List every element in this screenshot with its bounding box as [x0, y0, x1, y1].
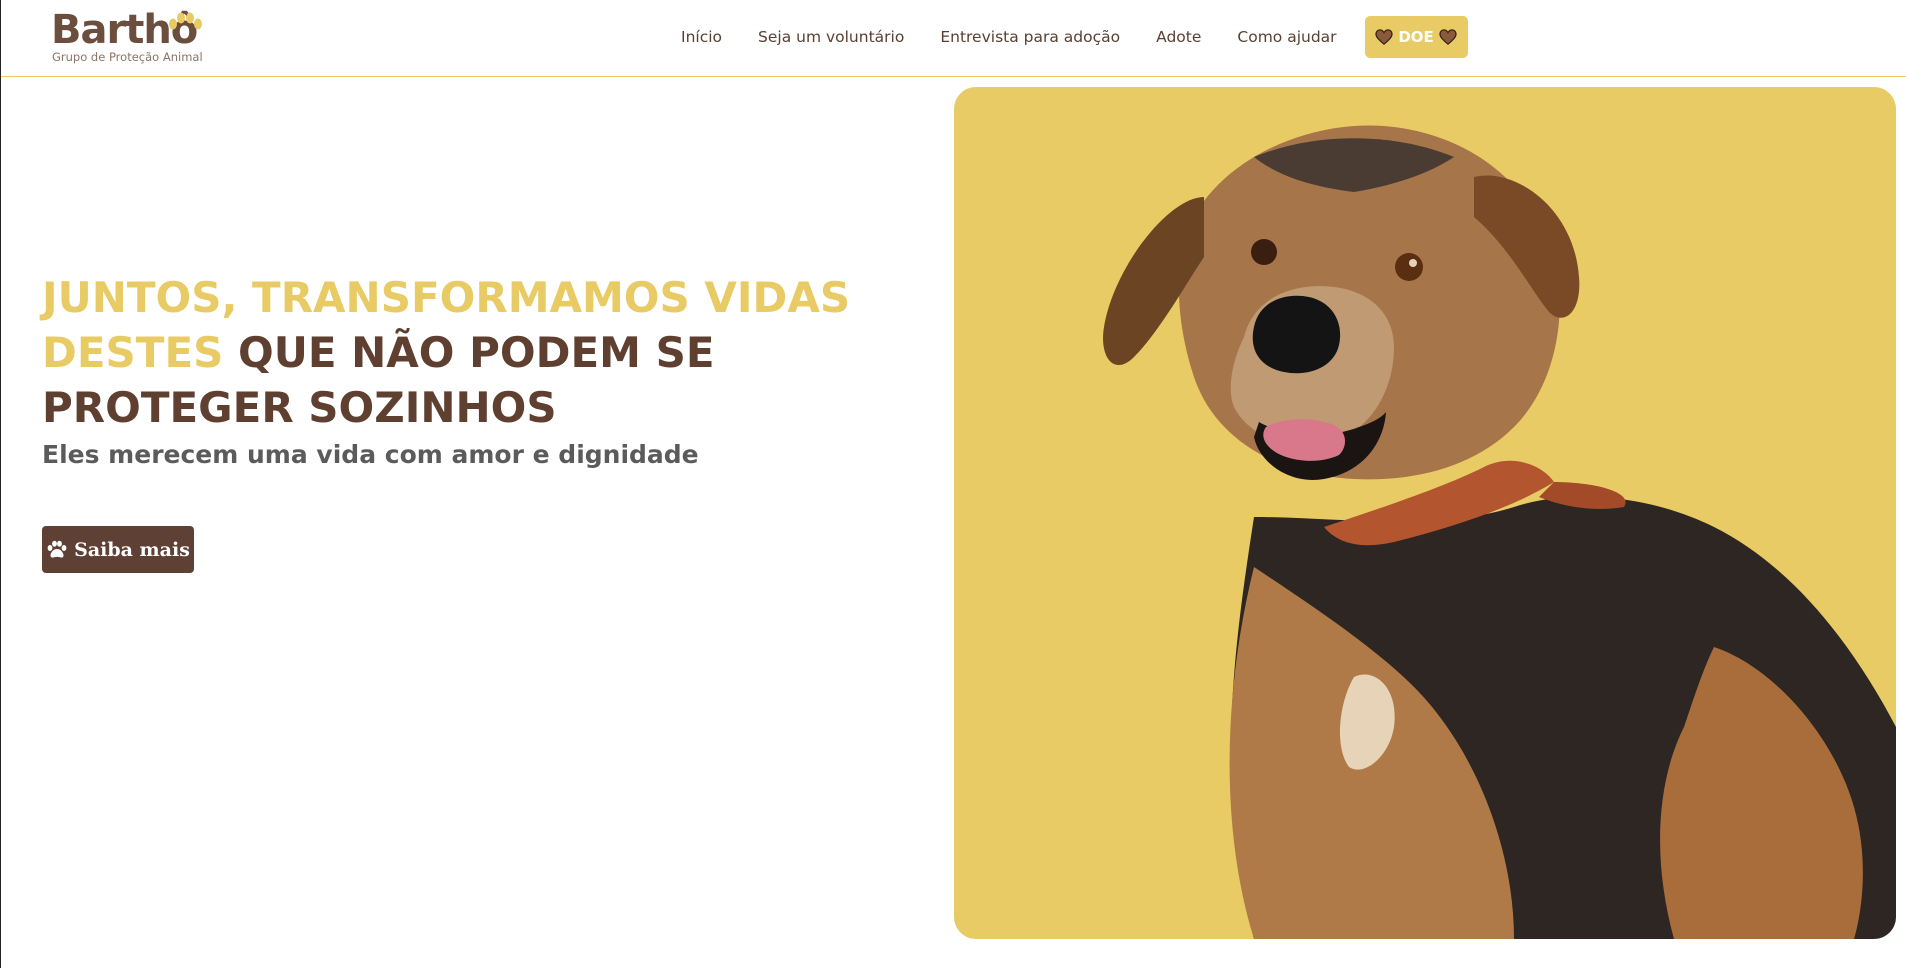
main-nav: Início Seja um voluntário Entrevista par…: [681, 16, 1468, 58]
heart-icon: [1439, 29, 1457, 45]
paw-icon: [47, 540, 67, 558]
nav-item-como-ajudar[interactable]: Como ajudar: [1237, 28, 1336, 46]
nav-item-inicio[interactable]: Início: [681, 28, 722, 46]
brand-tagline: Grupo de Proteção Animal: [52, 50, 203, 64]
brand-logo[interactable]: Barthô Grupo de Proteção Animal: [51, 8, 211, 68]
hero-image-panel: [954, 87, 1896, 939]
saiba-mais-button[interactable]: Saiba mais: [42, 526, 194, 573]
nav-item-entrevista[interactable]: Entrevista para adoção: [940, 28, 1120, 46]
site-header: Barthô Grupo de Proteção Animal Início S…: [1, 0, 1906, 77]
hero-section: JUNTOS, TRANSFORMAMOS VIDAS DESTES QUE N…: [42, 270, 942, 469]
dog-photo: [1103, 125, 1896, 939]
donate-label: DOE: [1398, 28, 1434, 46]
nav-item-adote[interactable]: Adote: [1156, 28, 1201, 46]
cta-label: Saiba mais: [74, 538, 190, 561]
heart-icon: [1375, 29, 1393, 45]
donate-button[interactable]: DOE: [1364, 16, 1468, 58]
hero-subheadline: Eles merecem uma vida com amor e dignida…: [42, 440, 699, 469]
paw-icon: [169, 12, 202, 30]
nav-item-voluntario[interactable]: Seja um voluntário: [758, 28, 904, 46]
hero-headline: JUNTOS, TRANSFORMAMOS VIDAS DESTES QUE N…: [42, 270, 942, 435]
